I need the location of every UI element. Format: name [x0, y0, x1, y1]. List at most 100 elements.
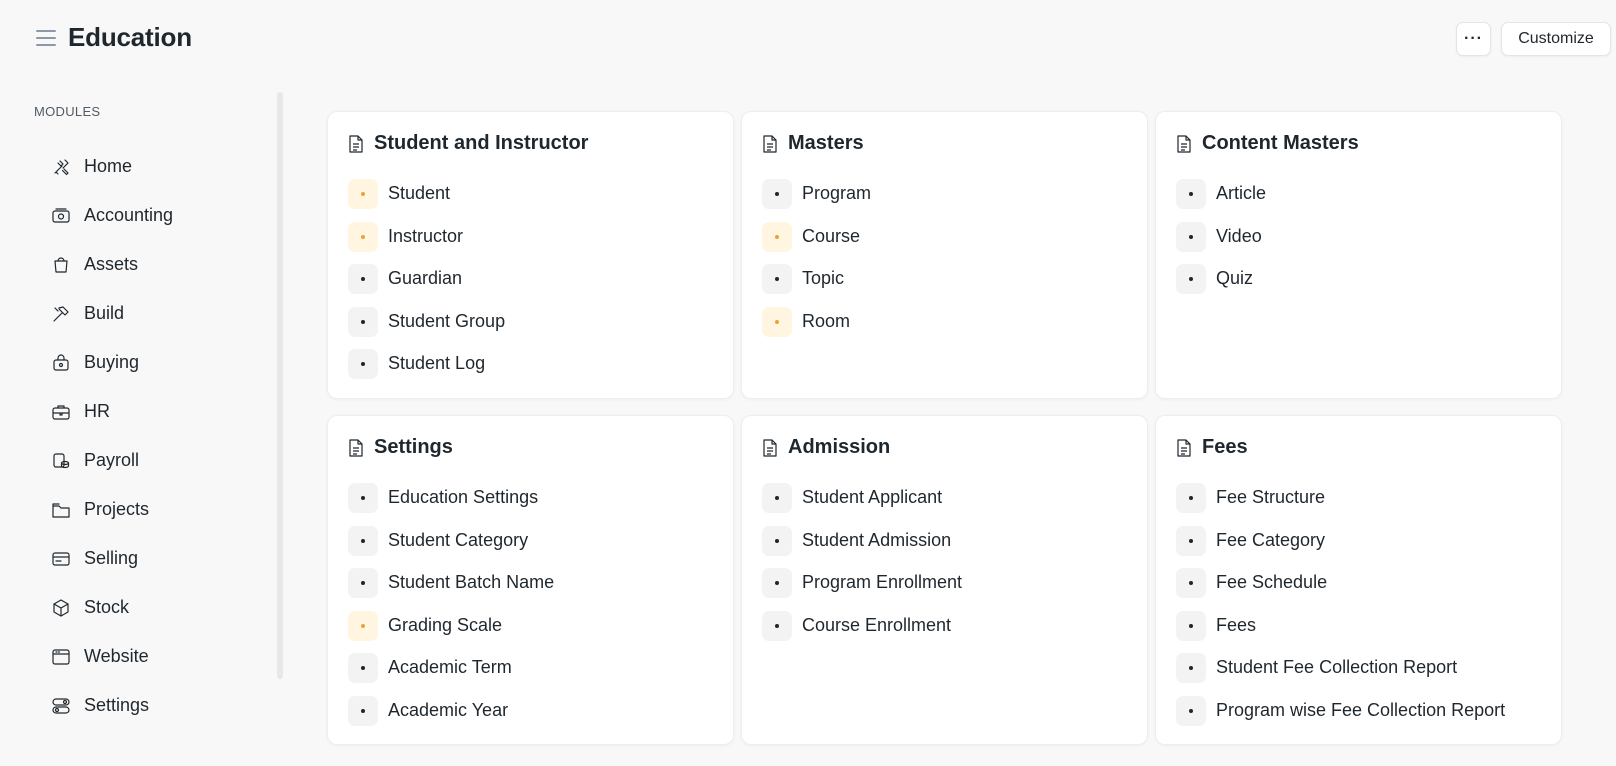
card-link[interactable]: Academic Year — [348, 695, 554, 739]
sidebar-item-accounting[interactable]: Accounting — [34, 191, 264, 240]
hammer-icon — [50, 303, 72, 325]
card-header: Fees — [1176, 436, 1248, 459]
sidebar-item-projects[interactable]: Projects — [34, 485, 264, 534]
card-fees: Fees Fee Structure Fee Category Fee Schedul… — [1155, 415, 1562, 745]
card-link-label: Instructor — [388, 225, 464, 246]
sidebar: MODULES Home Accounting Assets Build Buying H… — [0, 90, 285, 750]
bullet-dot-icon — [1176, 483, 1206, 513]
card-link[interactable]: Student Batch Name — [348, 568, 554, 611]
sidebar-item-label: Selling — [84, 548, 139, 568]
card-title: Settings — [374, 436, 453, 458]
bag-icon — [50, 254, 72, 276]
card-link[interactable]: Student Fee Collection Report — [1176, 653, 1505, 696]
bullet-dot-icon — [1176, 264, 1206, 294]
bullet-dot-icon — [762, 483, 792, 513]
sidebar-scrollbar[interactable] — [277, 92, 283, 679]
card-link[interactable]: Student Category — [348, 525, 554, 569]
bullet-dot-icon — [762, 525, 792, 556]
bullet-dot-icon — [762, 221, 792, 252]
card-link[interactable]: Student Group — [348, 306, 506, 350]
sidebar-item-stock[interactable]: Stock — [34, 583, 264, 632]
card-link[interactable]: Course Enrollment — [762, 610, 962, 654]
card-title: Admission — [788, 436, 891, 458]
bullet-dot-icon — [348, 349, 378, 379]
card-link[interactable]: Guardian — [348, 264, 505, 307]
card-link[interactable]: Fees — [1176, 610, 1505, 654]
bullet-dot-icon — [762, 306, 792, 337]
card-link[interactable]: Fee Structure — [1176, 483, 1505, 526]
sidebar-item-website[interactable]: Website — [34, 632, 264, 681]
sidebar-item-label: Buying — [84, 352, 140, 372]
card-link[interactable]: Course — [762, 221, 871, 265]
bullet-dot-icon — [348, 695, 378, 726]
shopping-bag-icon — [50, 352, 72, 374]
sidebar-item-assets[interactable]: Assets — [34, 240, 264, 289]
sidebar-item-label: Payroll — [84, 450, 140, 470]
card-link-label: Student — [388, 183, 451, 203]
card-header: Content Masters — [1176, 132, 1359, 155]
card-link-label: Student Group — [388, 310, 506, 331]
document-icon — [762, 134, 778, 153]
card-link-label: Fee Category — [1216, 529, 1326, 550]
card-link[interactable]: Instructor — [348, 221, 505, 265]
card-content-masters: Content Masters Article Video Quiz — [1155, 111, 1562, 399]
sidebar-item-home[interactable]: Home — [34, 142, 264, 191]
document-icon — [348, 134, 364, 153]
card-link[interactable]: Program — [762, 179, 871, 222]
card-link[interactable]: Academic Term — [348, 653, 554, 696]
card-header: Masters — [762, 132, 864, 155]
card-link[interactable]: Student Admission — [762, 525, 962, 569]
card-link[interactable]: Video — [1176, 221, 1266, 265]
card-link-label: Program wise Fee Collection Report — [1216, 699, 1506, 720]
card-link[interactable]: Student — [348, 179, 505, 222]
card-link-label: Guardian — [388, 268, 463, 288]
card-link-label: Fee Schedule — [1216, 572, 1328, 592]
hamburger-menu-icon[interactable] — [36, 30, 56, 48]
more-options-button[interactable]: ··· — [1456, 22, 1491, 56]
customize-button[interactable]: Customize — [1501, 22, 1611, 56]
bullet-dot-icon — [1176, 695, 1206, 726]
card-link-list: Education Settings Student Category Studen… — [348, 483, 554, 738]
card-link[interactable]: Grading Scale — [348, 610, 554, 654]
sidebar-item-build[interactable]: Build — [34, 289, 264, 338]
bullet-dot-icon — [762, 179, 792, 209]
card-link-label: Quiz — [1216, 268, 1254, 288]
bullet-dot-icon — [348, 610, 378, 641]
bullet-dot-icon — [348, 525, 378, 556]
card-link[interactable]: Program Enrollment — [762, 568, 962, 611]
card-link[interactable]: Program wise Fee Collection Report — [1176, 695, 1506, 739]
bullet-dot-icon — [1176, 525, 1206, 556]
card-settings: Settings Education Settings Student Catego… — [327, 415, 734, 745]
card-link-label: Fee Structure — [1216, 487, 1326, 507]
bullet-dot-icon — [348, 568, 378, 598]
card-link-label: Education Settings — [388, 487, 539, 507]
card-link-label: Student Admission — [802, 529, 952, 550]
bullet-dot-icon — [348, 221, 378, 252]
card-title: Content Masters — [1202, 132, 1359, 154]
bullet-dot-icon — [762, 568, 792, 598]
card-link[interactable]: Fee Schedule — [1176, 568, 1505, 611]
card-link-label: Student Batch Name — [388, 572, 555, 592]
sidebar-item-buying[interactable]: Buying — [34, 338, 264, 387]
sidebar-item-settings[interactable]: Settings — [34, 681, 264, 730]
sidebar-heading: MODULES — [34, 104, 101, 119]
card-masters: Masters Program Course Topic Room — [741, 111, 1148, 399]
card-link[interactable]: Article — [1176, 179, 1266, 222]
card-link-label: Student Log — [388, 353, 486, 373]
card-link[interactable]: Student Applicant — [762, 483, 962, 526]
card-header: Student and Instructor — [348, 132, 588, 155]
card-link[interactable]: Quiz — [1176, 264, 1266, 307]
folder-icon — [50, 499, 72, 521]
sidebar-item-payroll[interactable]: Payroll — [34, 436, 264, 485]
card-link-list: Student Applicant Student Admission Progra… — [762, 483, 962, 653]
page-title: Education — [68, 22, 192, 52]
card-link[interactable]: Fee Category — [1176, 525, 1505, 569]
card-link[interactable]: Education Settings — [348, 483, 554, 526]
sidebar-item-hr[interactable]: HR — [34, 387, 264, 436]
card-link[interactable]: Room — [762, 306, 871, 350]
card-link[interactable]: Topic — [762, 264, 871, 307]
card-link[interactable]: Student Log — [348, 349, 505, 392]
bullet-dot-icon — [762, 264, 792, 294]
sidebar-item-selling[interactable]: Selling — [34, 534, 264, 583]
box-icon — [50, 597, 72, 619]
